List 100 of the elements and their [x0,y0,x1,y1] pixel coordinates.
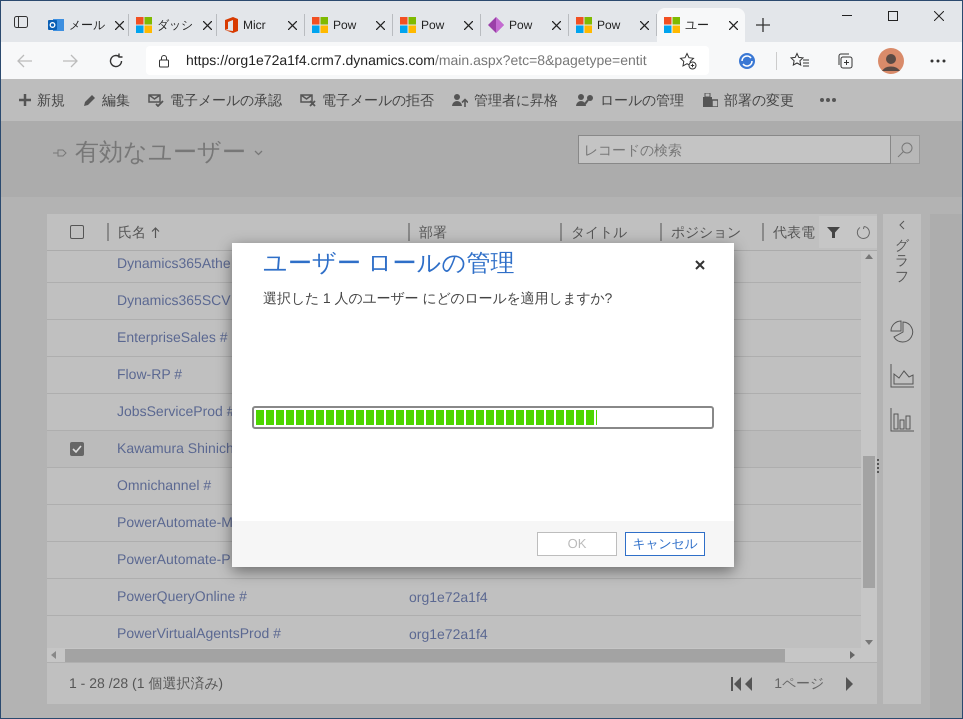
area-chart-icon[interactable] [890,364,914,388]
maximize-icon[interactable] [888,11,898,21]
chevron-left-icon[interactable] [899,220,905,230]
office-logo-icon [224,17,238,33]
filter-icon[interactable] [826,226,840,238]
windows-logo-icon [400,17,416,33]
user-name-link[interactable]: PowerAutomate-M [117,514,233,530]
user-name-link[interactable]: PowerAutomate-P [117,551,231,567]
pencil-icon [83,94,96,106]
collections-icon[interactable] [836,52,854,70]
search-field[interactable]: レコードの検索 [578,135,891,164]
close-icon[interactable] [934,11,944,21]
dialog-title: ユーザー ロールの管理 [263,249,515,279]
vertical-scrollbar[interactable] [861,251,877,648]
browser-tab[interactable]: Pow [305,14,393,36]
user-name-link[interactable]: Dynamics365Athe [117,255,231,271]
refresh-icon[interactable] [108,52,124,68]
close-tab-icon[interactable] [115,20,124,30]
row-checkbox[interactable] [70,442,84,456]
browser-tab[interactable]: Pow [393,14,481,36]
mail-app-icon [48,17,64,33]
scroll-up-icon[interactable] [865,254,873,259]
favorites-icon[interactable] [790,52,810,70]
bar-chart-icon[interactable] [890,408,914,432]
toolbar-command[interactable]: 新規 [19,90,65,110]
page-number: 1ページ [774,674,824,693]
sort-ascending-icon [151,226,160,238]
dialog-button[interactable]: キャンセル [625,532,705,556]
next-page-icon[interactable] [846,676,853,690]
department-link[interactable]: org1e72a1f4 [409,586,488,608]
more-icon[interactable] [930,58,946,62]
lock-icon [158,54,170,68]
user-name-link[interactable]: Omnichannel # [117,477,212,493]
windows-logo-icon [664,17,680,33]
chart-panel-title: グラフ [895,238,909,284]
user-name-link[interactable]: Kawamura Shinich [117,440,234,456]
dialog-question: 選択した 1 人のユーザー にどのロールを適用しますか? [262,289,614,308]
toolbar-command[interactable]: ロールの管理 [576,90,684,110]
toolbar-command[interactable]: 電子メールの承認 [148,90,282,110]
column-header[interactable]: ポジション [671,222,741,242]
person-arrow-icon [452,93,468,107]
browser-tab[interactable]: ダッシ [129,14,217,36]
close-tab-icon[interactable] [203,20,212,30]
user-name-link[interactable]: PowerVirtualAgentsProd # [117,625,281,641]
browser-tab[interactable]: Micr [217,14,305,36]
user-name-link[interactable]: Flow-RP # [117,366,182,382]
browser-tab[interactable]: メール [41,14,129,36]
user-name-link[interactable]: PowerQueryOnline # [117,588,247,604]
scrollbar-thumb[interactable] [65,648,785,662]
close-tab-icon[interactable] [552,20,561,30]
close-tab-icon[interactable] [288,20,297,30]
address-bar[interactable]: https://org1e72a1f4.crm7.dynamics.com/main.aspx?etc=8&pagetype=entit [146,46,709,75]
person-key-icon [576,93,594,107]
url-host: https://org1e72a1f4.crm7.dynamics.com [186,51,435,70]
close-icon[interactable] [695,260,705,270]
profile-avatar-icon[interactable] [878,48,904,74]
select-all-checkbox[interactable] [70,225,84,239]
first-page-icon[interactable] [731,676,742,690]
column-header[interactable]: 氏名 [118,222,160,242]
search-icon [897,142,913,158]
close-tab-icon[interactable] [464,20,473,30]
previous-page-icon[interactable] [745,676,752,690]
diamond-logo-icon [488,17,504,33]
close-tab-icon[interactable] [640,20,649,30]
windows-logo-icon [136,17,152,33]
add-favorite-icon[interactable] [678,52,697,70]
scroll-right-icon[interactable] [850,651,855,659]
mail-cross-icon [300,93,316,107]
user-name-link[interactable]: EnterpriseSales # [117,329,228,345]
browser-tab[interactable]: Pow [569,14,657,36]
browser-tab[interactable]: Pow [481,14,569,36]
toolbar-command[interactable]: 編集 [83,90,130,110]
url-path: /main.aspx?etc=8&pagetype=entit [434,51,647,70]
windows-logo-icon [312,17,328,33]
search-button[interactable] [891,135,920,164]
windows-logo-icon [576,17,592,33]
department-link[interactable]: org1e72a1f4 [409,624,488,644]
toolbar-command[interactable]: 管理者に昇格 [452,90,558,110]
close-tab-icon[interactable] [729,20,738,30]
record-count: 1 - 28 /28 (1 個選択済み) [69,674,224,693]
browser-tab[interactable]: ユー [657,8,745,42]
toolbar-command[interactable]: 電子メールの拒否 [300,90,434,110]
minimize-icon[interactable] [842,15,852,17]
extension-icon[interactable] [738,52,756,70]
mail-check-icon [148,93,164,107]
splitter-handle-icon[interactable] [877,459,879,473]
plus-icon [19,94,31,106]
scrollbar-thumb[interactable] [863,456,875,588]
pie-chart-icon[interactable] [890,320,914,344]
column-header[interactable]: 部署 [419,222,447,242]
column-header[interactable]: タイトル [571,222,627,242]
tab-actions-icon[interactable] [13,14,29,30]
horizontal-scrollbar[interactable] [47,648,877,662]
user-name-link[interactable]: Dynamics365SCV [117,292,231,308]
new-tab-icon[interactable] [756,18,770,32]
column-header[interactable]: 代表電 [773,222,815,242]
toolbar-command[interactable]: 部署の変更 [702,90,794,110]
office-building-icon [702,93,718,107]
scroll-down-icon[interactable] [865,640,873,645]
close-tab-icon[interactable] [376,20,385,30]
